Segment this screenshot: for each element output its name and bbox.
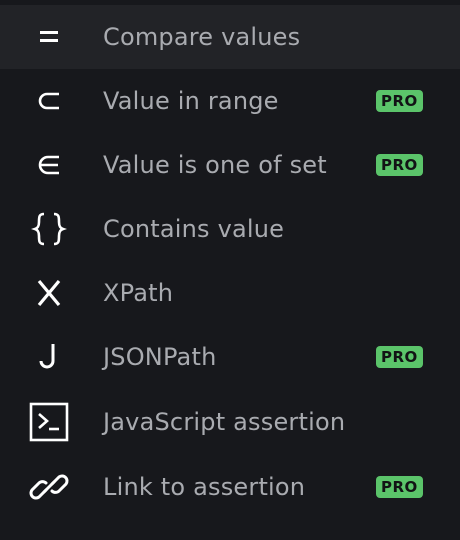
menu-item-label: Value in range xyxy=(103,87,279,115)
menu-item-label: JavaScript assertion xyxy=(103,408,346,436)
pro-badge: PRO xyxy=(376,346,423,368)
menu-item-jsonpath[interactable]: JSONPath PRO xyxy=(0,325,460,389)
menu-item-label: XPath xyxy=(103,279,174,307)
menu-item-link-to-assertion[interactable]: Link to assertion PRO xyxy=(0,455,460,519)
link-icon xyxy=(26,464,72,510)
menu-item-label: Link to assertion xyxy=(103,473,306,501)
menu-item-label: Value is one of set xyxy=(103,151,327,179)
menu-item-xpath[interactable]: XPath xyxy=(0,261,460,325)
assertion-type-menu: Compare values Value in range PRO Value … xyxy=(0,0,460,540)
x-icon xyxy=(26,270,72,316)
menu-item-label: JSONPath xyxy=(103,343,217,371)
element-of-icon xyxy=(26,142,72,188)
j-icon xyxy=(26,334,72,380)
subset-icon xyxy=(26,78,72,124)
pro-badge: PRO xyxy=(376,476,423,498)
terminal-icon xyxy=(26,399,72,445)
pro-badge: PRO xyxy=(376,154,423,176)
menu-item-label: Contains value xyxy=(103,215,285,243)
braces-icon xyxy=(26,206,72,252)
menu-item-contains-value[interactable]: Contains value xyxy=(0,197,460,261)
menu-item-value-in-range[interactable]: Value in range PRO xyxy=(0,69,460,133)
menu-item-value-is-one-of-set[interactable]: Value is one of set PRO xyxy=(0,133,460,197)
menu-item-compare-values[interactable]: Compare values xyxy=(0,5,460,69)
menu-item-label: Compare values xyxy=(103,23,301,51)
menu-item-javascript-assertion[interactable]: JavaScript assertion xyxy=(0,390,460,454)
pro-badge: PRO xyxy=(376,90,423,112)
equals-icon xyxy=(26,14,72,60)
